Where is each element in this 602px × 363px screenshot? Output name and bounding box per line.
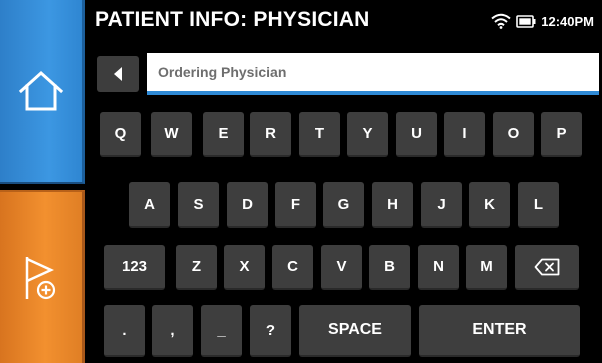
key-w[interactable]: W	[151, 112, 192, 157]
space-key[interactable]: SPACE	[299, 305, 411, 357]
key-e[interactable]: E	[203, 112, 244, 157]
backspace-key[interactable]	[515, 245, 579, 290]
key-h[interactable]: H	[372, 182, 413, 228]
input-placeholder: Ordering Physician	[158, 64, 287, 80]
key-u[interactable]: U	[396, 112, 437, 157]
key-m[interactable]: M	[466, 245, 507, 290]
key-z[interactable]: Z	[176, 245, 217, 290]
key-comma[interactable]: ,	[152, 305, 193, 357]
page-title: PATIENT INFO: PHYSICIAN	[95, 8, 370, 31]
key-question[interactable]: ?	[250, 305, 291, 357]
key-q[interactable]: Q	[100, 112, 141, 157]
ordering-physician-input[interactable]: Ordering Physician	[147, 53, 599, 95]
key-l[interactable]: L	[518, 182, 559, 228]
key-j[interactable]: J	[421, 182, 462, 228]
key-f[interactable]: F	[275, 182, 316, 228]
key-d[interactable]: D	[227, 182, 268, 228]
key-period[interactable]: .	[104, 305, 145, 357]
home-button[interactable]	[0, 0, 85, 184]
key-c[interactable]: C	[272, 245, 313, 290]
key-o[interactable]: O	[493, 112, 534, 157]
key-s[interactable]: S	[178, 182, 219, 228]
wifi-icon	[491, 13, 511, 29]
status-bar: 12:40PM	[491, 13, 594, 29]
back-arrow-icon	[114, 67, 122, 81]
key-p[interactable]: P	[541, 112, 582, 157]
key-y[interactable]: Y	[347, 112, 388, 157]
key-k[interactable]: K	[469, 182, 510, 228]
key-b[interactable]: B	[369, 245, 410, 290]
clock: 12:40PM	[541, 13, 594, 29]
flag-add-icon	[25, 256, 56, 299]
screen: PATIENT INFO: PHYSICIAN 12:40PM Ordering…	[0, 0, 602, 363]
backspace-icon	[534, 258, 560, 275]
key-r[interactable]: R	[250, 112, 291, 157]
battery-icon	[516, 14, 536, 28]
key-n[interactable]: N	[418, 245, 459, 290]
key-underscore[interactable]: _	[201, 305, 242, 357]
key-x[interactable]: X	[224, 245, 265, 290]
flag-add-button[interactable]	[0, 190, 85, 363]
home-icon	[18, 70, 64, 111]
header: PATIENT INFO: PHYSICIAN 12:40PM	[95, 0, 602, 46]
back-button[interactable]	[97, 56, 139, 92]
key-v[interactable]: V	[321, 245, 362, 290]
key-a[interactable]: A	[129, 182, 170, 228]
key-i[interactable]: I	[444, 112, 485, 157]
key-g[interactable]: G	[323, 182, 364, 228]
key-t[interactable]: T	[299, 112, 340, 157]
key-123[interactable]: 123	[104, 245, 165, 290]
enter-key[interactable]: ENTER	[419, 305, 580, 357]
